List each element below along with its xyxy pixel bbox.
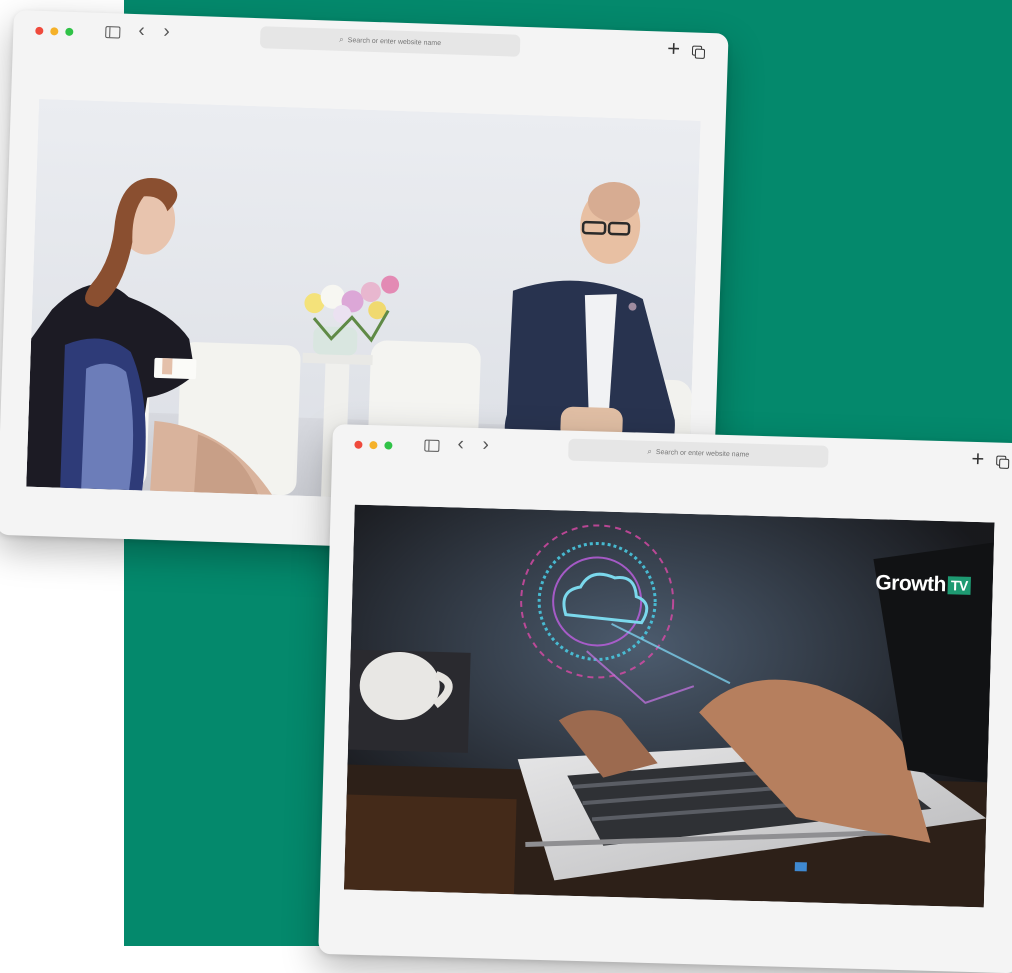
tech-scene-image [344, 504, 995, 908]
tech-video-frame[interactable]: Growth TV [344, 504, 995, 908]
sidebar-toggle-icon[interactable] [424, 439, 440, 452]
brand-tag: TV [947, 576, 971, 595]
back-arrow-icon[interactable]: ‹ [457, 433, 464, 454]
address-bar[interactable]: ⌕ Search or enter website name [568, 438, 829, 468]
address-bar[interactable]: ⌕ Search or enter website name [259, 26, 521, 57]
forward-arrow-icon[interactable]: › [482, 434, 489, 455]
tab-overview-icon[interactable] [996, 456, 1008, 468]
close-window-button[interactable] [354, 440, 363, 449]
tab-overview-icon[interactable] [692, 46, 704, 58]
new-tab-icon[interactable]: + [971, 444, 985, 474]
zoom-window-button[interactable] [65, 27, 74, 36]
close-window-button[interactable] [35, 26, 44, 35]
address-placeholder: Search or enter website name [347, 36, 442, 47]
back-arrow-icon[interactable]: ‹ [138, 20, 145, 41]
minimize-window-button[interactable] [369, 441, 378, 450]
new-tab-icon[interactable]: + [667, 34, 681, 64]
minimize-window-button[interactable] [50, 27, 59, 36]
sidebar-toggle-icon[interactable] [105, 26, 121, 39]
zoom-window-button[interactable] [384, 441, 393, 450]
brand-name: Growth [875, 571, 947, 597]
search-icon: ⌕ [339, 34, 344, 44]
search-icon: ⌕ [647, 446, 653, 456]
address-placeholder: Search or enter website name [655, 448, 750, 459]
forward-arrow-icon[interactable]: › [163, 21, 170, 42]
growth-tv-logo: Growth TV [875, 571, 971, 598]
browser-window-tech: ‹ › ⌕ Search or enter website name + Gro… [318, 424, 1012, 973]
